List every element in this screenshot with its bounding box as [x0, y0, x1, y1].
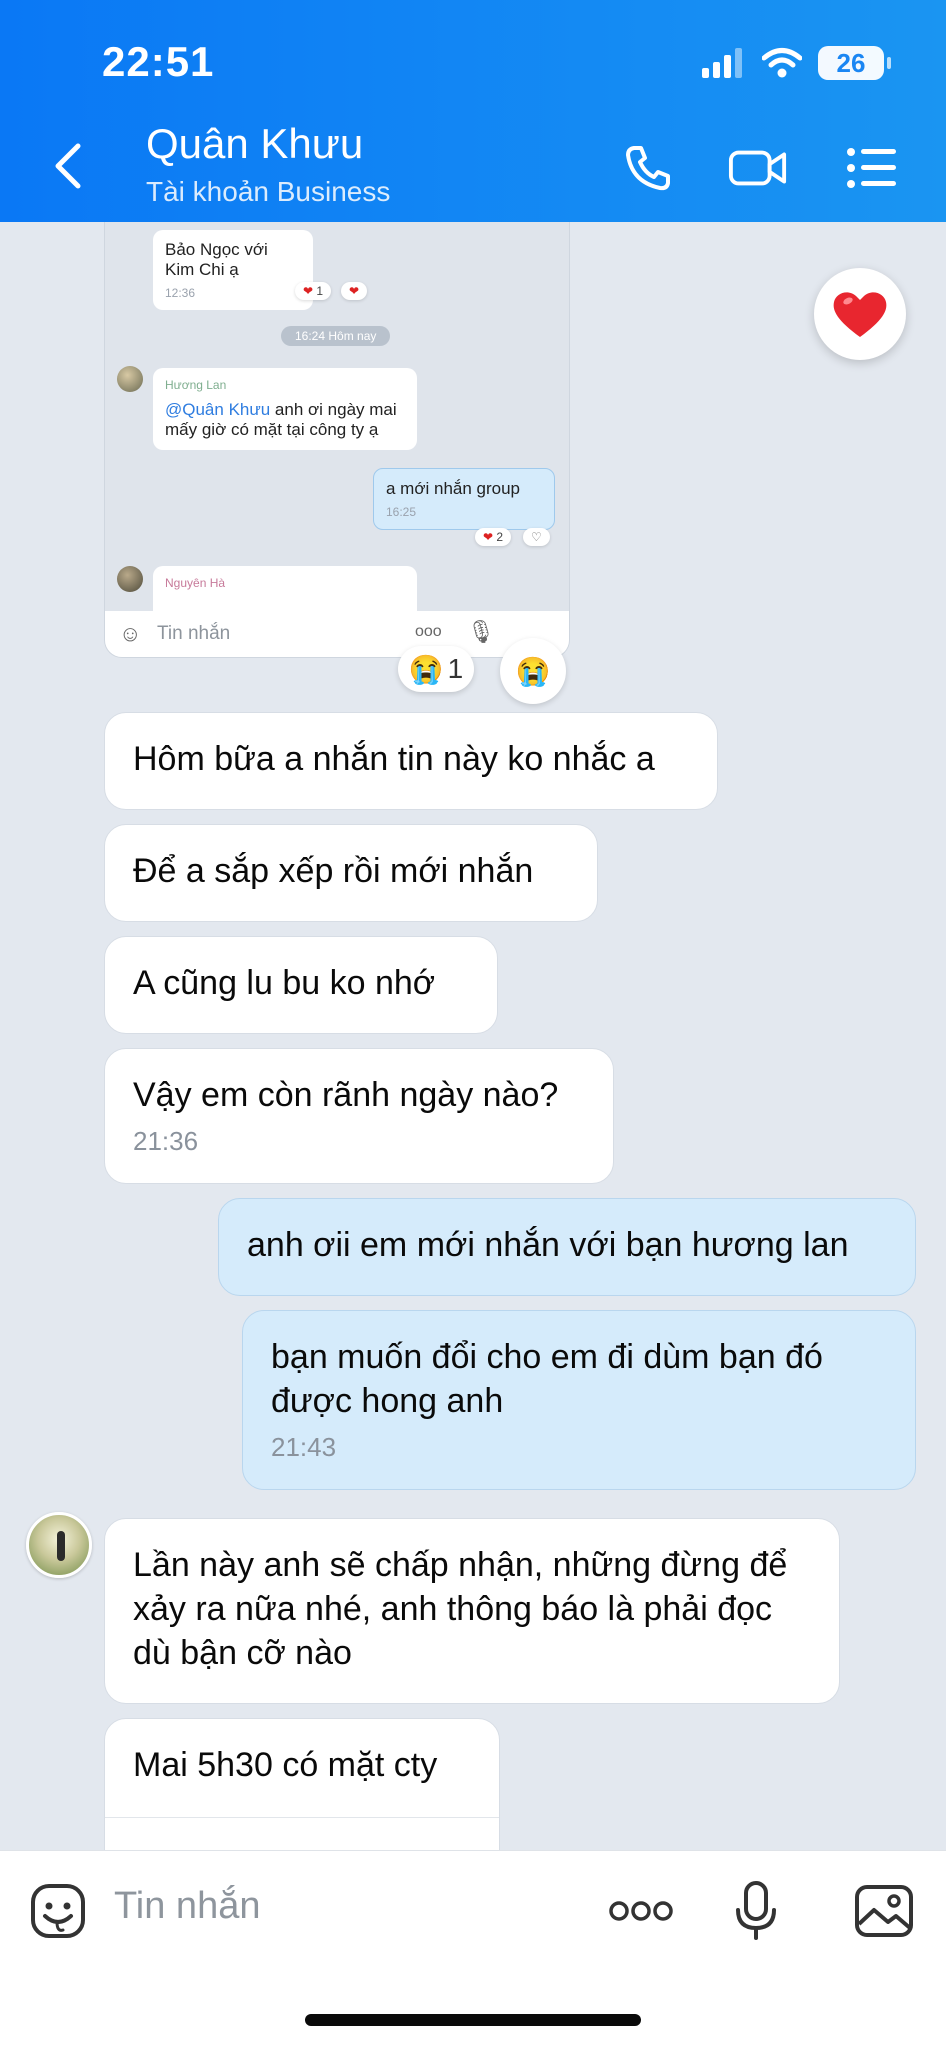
- mic-icon: [736, 1881, 776, 1940]
- wifi-icon: [762, 48, 802, 78]
- embedded-time: 16:25: [386, 505, 417, 519]
- battery-indicator: 26: [818, 46, 891, 80]
- embedded-sender: Hương Lan: [165, 378, 227, 392]
- more-icon: [609, 1901, 673, 1921]
- shared-screenshot-image[interactable]: Bảo Ngọc với Kim Chi ạ 12:36 ❤ 1 ❤ 16:24…: [104, 222, 570, 658]
- embedded-date-divider: 16:24 Hôm nay: [281, 326, 391, 346]
- sticker-button[interactable]: [28, 1881, 88, 1941]
- video-icon: [728, 150, 787, 186]
- voice-button[interactable]: [726, 1881, 786, 1941]
- menu-icon: [847, 148, 896, 188]
- image-icon: [855, 1885, 913, 1937]
- message-bubble-incoming[interactable]: Vậy em còn rãnh ngày nào? 21:36: [104, 1048, 614, 1184]
- embedded-sender: Nguyên Hà: [165, 576, 226, 590]
- message-bubble-outgoing[interactable]: anh ơii em mới nhắn với bạn hương lan: [218, 1198, 916, 1296]
- embedded-bubble: Hương Lan @Quân Khưu anh ơi ngày mai mấy…: [153, 368, 417, 450]
- embedded-bubble: Bảo Ngọc với Kim Chi ạ 12:36: [153, 230, 313, 310]
- embedded-time: 12:36: [165, 286, 196, 300]
- embedded-more-icon: ooo: [415, 623, 442, 640]
- embedded-mention: @Quân Khưu: [165, 400, 271, 419]
- message-bubble-incoming[interactable]: Lần này anh sẽ chấp nhận, những đừng để …: [104, 1518, 840, 1704]
- embedded-text: a mới nhắn group: [386, 479, 521, 498]
- message-text: Vậy em còn rãnh ngày nào?: [133, 1076, 559, 1114]
- message-text: bạn muốn đổi cho em đi dùm bạn đó được h…: [271, 1338, 823, 1420]
- message-time: 21:36: [133, 1126, 199, 1156]
- message-input[interactable]: Tin nhắn: [114, 1885, 260, 1928]
- message-bubble-incoming[interactable]: Hôm bữa a nhắn tin này ko nhắc a: [104, 712, 718, 810]
- image-button[interactable]: [854, 1881, 914, 1941]
- phone-icon: [626, 146, 670, 191]
- heart-icon: [833, 292, 887, 337]
- crying-emoji-icon: 😭: [408, 653, 444, 685]
- signal-icon: [702, 48, 742, 78]
- contact-name[interactable]: Quân Khưu: [146, 120, 363, 168]
- embedded-mic-icon: 🎙: [467, 619, 495, 644]
- video-call-button[interactable]: [728, 138, 788, 198]
- reaction-summary[interactable]: 😭 1: [398, 646, 474, 692]
- reaction-button[interactable]: 😭: [500, 638, 566, 704]
- back-button[interactable]: [48, 140, 88, 192]
- sender-avatar[interactable]: [26, 1512, 92, 1578]
- message-text: A cũng lu bu ko nhớ: [133, 964, 436, 1002]
- bubble-divider: [105, 1817, 499, 1818]
- message-text: Mai 5h30 có mặt cty: [133, 1746, 438, 1784]
- chat-header: 22:51 26 Quân Khưu Tài khoản Business: [0, 0, 946, 222]
- embedded-reaction: ❤ 1: [295, 282, 332, 300]
- call-button[interactable]: [618, 138, 678, 198]
- message-bubble-incoming[interactable]: A cũng lu bu ko nhớ: [104, 936, 498, 1034]
- embedded-avatar: [117, 366, 143, 392]
- more-options-button[interactable]: [606, 1881, 676, 1941]
- embedded-reaction: ❤ 2: [475, 528, 512, 546]
- back-icon: [55, 143, 81, 189]
- crying-emoji-icon: 😭: [515, 655, 551, 687]
- embedded-heart: ❤: [341, 282, 368, 300]
- reaction-count: 1: [447, 653, 464, 684]
- status-icons: 26: [702, 46, 891, 80]
- heart-reaction-button[interactable]: [814, 268, 906, 360]
- message-text: Hôm bữa a nhắn tin này ko nhắc a: [133, 740, 655, 778]
- status-time: 22:51: [102, 38, 215, 85]
- embedded-bubble: a mới nhắn group 16:25: [373, 468, 555, 530]
- embedded-avatar: [117, 566, 143, 592]
- menu-button[interactable]: [842, 138, 902, 198]
- message-bubble-outgoing[interactable]: bạn muốn đổi cho em đi dùm bạn đó được h…: [242, 1310, 916, 1490]
- message-bubble-incoming[interactable]: Để a sắp xếp rồi mới nhắn: [104, 824, 598, 922]
- contact-subtitle: Tài khoản Business: [146, 176, 391, 207]
- embedded-sticker-icon: ☺: [119, 621, 142, 646]
- embedded-text: Bảo Ngọc với Kim Chi ạ: [165, 240, 268, 279]
- message-text: Lần này anh sẽ chấp nhận, những đừng để …: [133, 1546, 788, 1672]
- embedded-input-bar: Tin nhắn ☺ ooo 🎙: [105, 611, 569, 657]
- home-indicator: [305, 2014, 641, 2026]
- message-text: Để a sắp xếp rồi mới nhắn: [133, 852, 534, 890]
- message-text: anh ơii em mới nhắn với bạn hương lan: [247, 1226, 849, 1264]
- embedded-like: ♡: [523, 528, 550, 546]
- embedded-placeholder: Tin nhắn: [157, 623, 231, 644]
- message-time: 21:43: [271, 1432, 337, 1462]
- sticker-icon: [31, 1884, 85, 1938]
